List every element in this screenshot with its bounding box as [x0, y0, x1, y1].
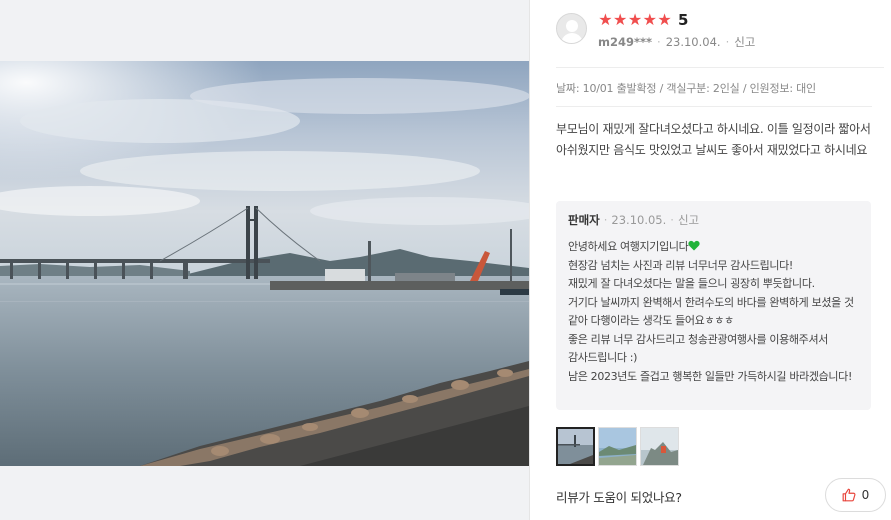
- review-meta: m249*** · 23.10.04. · 신고: [598, 35, 756, 49]
- review-date: 23.10.04.: [665, 35, 721, 49]
- seller-reply-line: 남은 2023년도 즐겁고 행복한 일들만 가득하시길 바라겠습니다!: [568, 369, 853, 383]
- divider: [556, 67, 884, 68]
- photo-thumbnail-3[interactable]: [640, 427, 679, 466]
- review-panel: ★ ★ ★ ★ ★ 5 m249*** · 23.10.04. · 신고 날짜: 10/…: [529, 0, 891, 520]
- photo-viewer: [0, 0, 529, 520]
- booking-options: 날짜: 10/01 출발확정 / 객실구분: 2인실 / 인원정보: 대인: [556, 82, 816, 95]
- seller-reply-header: 판매자 · 23.10.05. · 신고: [568, 213, 700, 227]
- star-icon: ★: [642, 10, 657, 29]
- rating-stars: ★ ★ ★ ★ ★ 5: [598, 10, 689, 30]
- review-body: 부모님이 재밌게 잘다녀오셨다고 하시네요. 이틀 일정이라 짧아서 아쉬웠지만…: [556, 122, 871, 157]
- seller-greeting: 안녕하세요 여행지기입니다: [568, 240, 689, 253]
- report-link[interactable]: 신고: [734, 35, 755, 49]
- seller-reply-line: 거기다 날씨까지 완벽해서 한려수도의 바다를 완벽하게 보셨을 것 같아 다행…: [568, 295, 854, 328]
- bridge-harbor-image: [0, 61, 529, 466]
- seller-name: 판매자: [568, 213, 600, 227]
- divider: [556, 106, 872, 107]
- seller-reply-line: 재밌게 잘 다녀오셨다는 말을 들으니 굉장히 뿌듯합니다.: [568, 277, 815, 290]
- seller-report-link[interactable]: 신고: [678, 213, 699, 227]
- star-icon: ★: [627, 10, 643, 29]
- reviewer-name: m249***: [598, 35, 653, 49]
- photo-thumbnail-1[interactable]: [556, 427, 595, 466]
- seller-reply-line: 좋은 리뷰 너무 감사드리고 청송관광여행사를 이용해주셔서 감사드립니다 :): [568, 332, 828, 365]
- helpful-like-button[interactable]: 0: [825, 478, 886, 512]
- helpful-question: 리뷰가 도움이 되었나요?: [556, 490, 682, 505]
- star-icon: ★: [657, 10, 672, 29]
- helpful-count: 0: [861, 488, 870, 502]
- review-photo-large[interactable]: [0, 61, 529, 466]
- rating-score: 5: [677, 11, 689, 29]
- seller-reply-body: 안녕하세요 여행지기입니다 현장감 넘치는 사진과 리뷰 너무너무 감사드립니다…: [568, 238, 859, 386]
- star-icon: ★: [613, 10, 628, 29]
- star-icon: ★: [598, 10, 613, 29]
- seller-reply: 판매자 · 23.10.05. · 신고 안녕하세요 여행지기입니다 현장감 넘치는 사…: [556, 201, 871, 410]
- green-heart-icon: [688, 240, 700, 251]
- seller-reply-line: 현장감 넘치는 사진과 리뷰 너무너무 감사드립니다!: [568, 258, 793, 272]
- user-avatar-icon: [556, 13, 587, 44]
- thumbs-up-icon: [842, 488, 856, 502]
- photo-thumbnails: [556, 427, 679, 466]
- photo-thumbnail-2[interactable]: [598, 427, 637, 466]
- seller-reply-date: 23.10.05.: [611, 213, 667, 227]
